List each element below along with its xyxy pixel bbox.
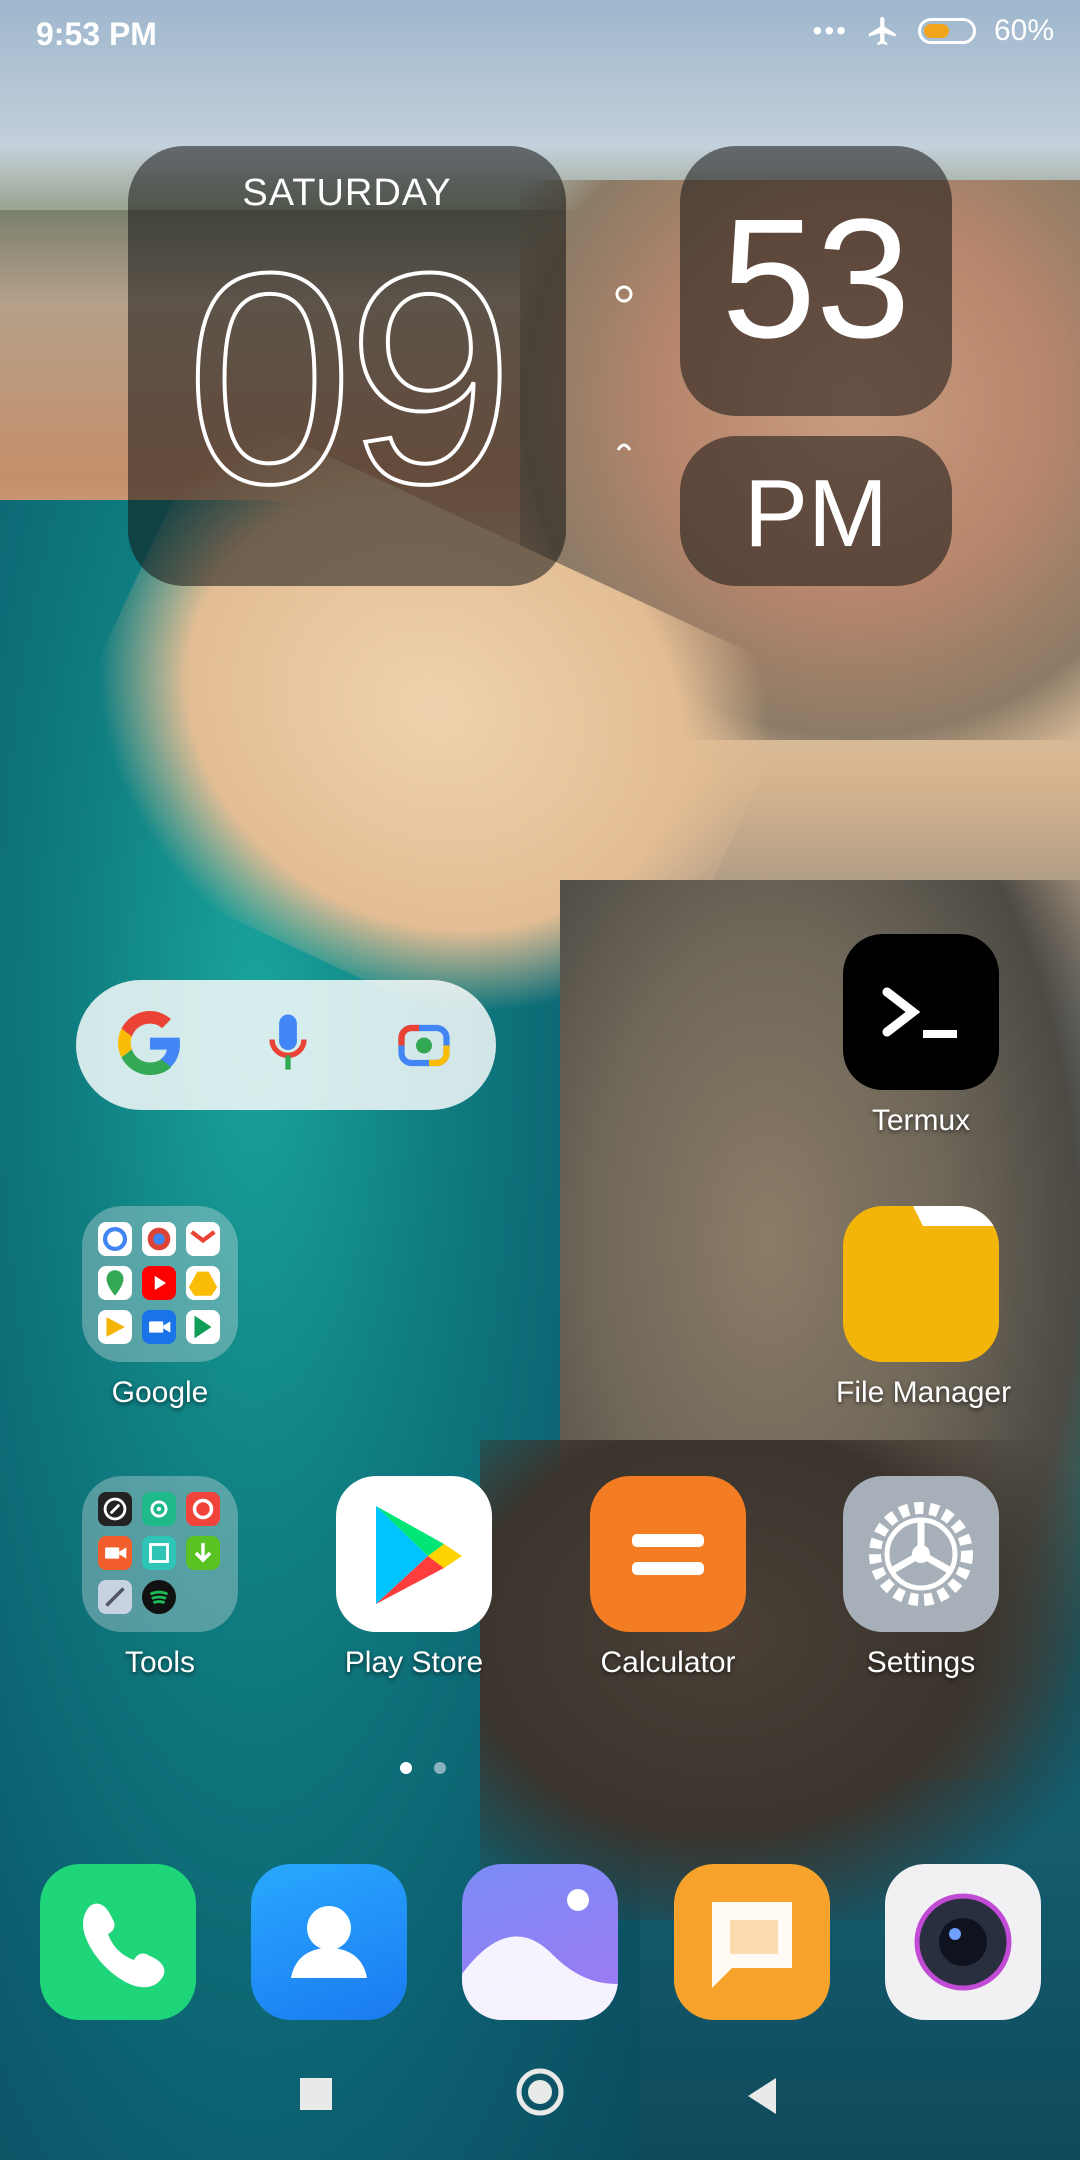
dock-phone[interactable] (40, 1864, 196, 2020)
folder-label: Google (111, 1376, 209, 1409)
page-indicator (400, 1762, 446, 1774)
clock-widget-minute[interactable]: 53 (680, 146, 952, 416)
hour-digits: 09 (184, 210, 516, 546)
app-label: File Manager (836, 1376, 1012, 1409)
microphone-icon[interactable] (266, 1011, 310, 1080)
navigation-bar (0, 2060, 1080, 2160)
notification-more-icon: ••• (812, 15, 848, 46)
settings-gear-icon (843, 1476, 999, 1632)
app-label: Termux (871, 1104, 971, 1137)
app-label: Settings (866, 1646, 976, 1679)
lens-camera-icon[interactable] (394, 1013, 454, 1078)
app-file-manager[interactable]: File Manager (836, 1206, 1012, 1410)
folder-label: Tools (124, 1646, 196, 1679)
status-bar: 9:53 PM ••• 60% (0, 0, 1080, 68)
folder-tools[interactable]: Tools (75, 1476, 245, 1680)
dock-contacts[interactable] (251, 1864, 407, 2020)
page-dot-active (400, 1762, 412, 1774)
airplane-mode-icon (866, 14, 900, 48)
play-store-icon (336, 1476, 492, 1632)
dock-messages[interactable] (674, 1864, 830, 2020)
calculator-icon (590, 1476, 746, 1632)
app-termux[interactable]: Termux (836, 934, 1006, 1138)
app-label: Play Store (344, 1646, 484, 1679)
ampm-label: PM (744, 460, 888, 567)
weather-icon (610, 280, 638, 485)
app-calculator[interactable]: Calculator (583, 1476, 753, 1680)
folder-google[interactable]: Google (75, 1206, 245, 1410)
app-settings[interactable]: Settings (836, 1476, 1006, 1680)
back-button[interactable] (744, 2076, 780, 2121)
status-time: 9:53 PM (36, 16, 157, 52)
dock-gallery[interactable] (462, 1864, 618, 2020)
home-button[interactable] (514, 2066, 566, 2123)
day-label: SATURDAY (242, 172, 452, 214)
clock-widget-ampm[interactable]: PM (680, 436, 952, 586)
google-g-icon[interactable] (118, 1010, 182, 1080)
google-search-widget[interactable] (76, 980, 496, 1110)
clock-widget-hour[interactable]: SATURDAY 09 (128, 146, 566, 586)
page-dot (434, 1762, 446, 1774)
google-folder-icon (82, 1206, 238, 1362)
battery-icon (917, 18, 976, 44)
termux-icon (843, 934, 999, 1090)
battery-percent: 60% (993, 14, 1054, 47)
file-manager-icon (843, 1206, 999, 1362)
recents-button[interactable] (298, 2076, 334, 2117)
minute-digits: 53 (721, 184, 911, 374)
app-label: Calculator (600, 1646, 736, 1679)
tools-folder-icon (82, 1476, 238, 1632)
dock-camera[interactable] (885, 1864, 1041, 2020)
app-play-store[interactable]: Play Store (329, 1476, 499, 1680)
